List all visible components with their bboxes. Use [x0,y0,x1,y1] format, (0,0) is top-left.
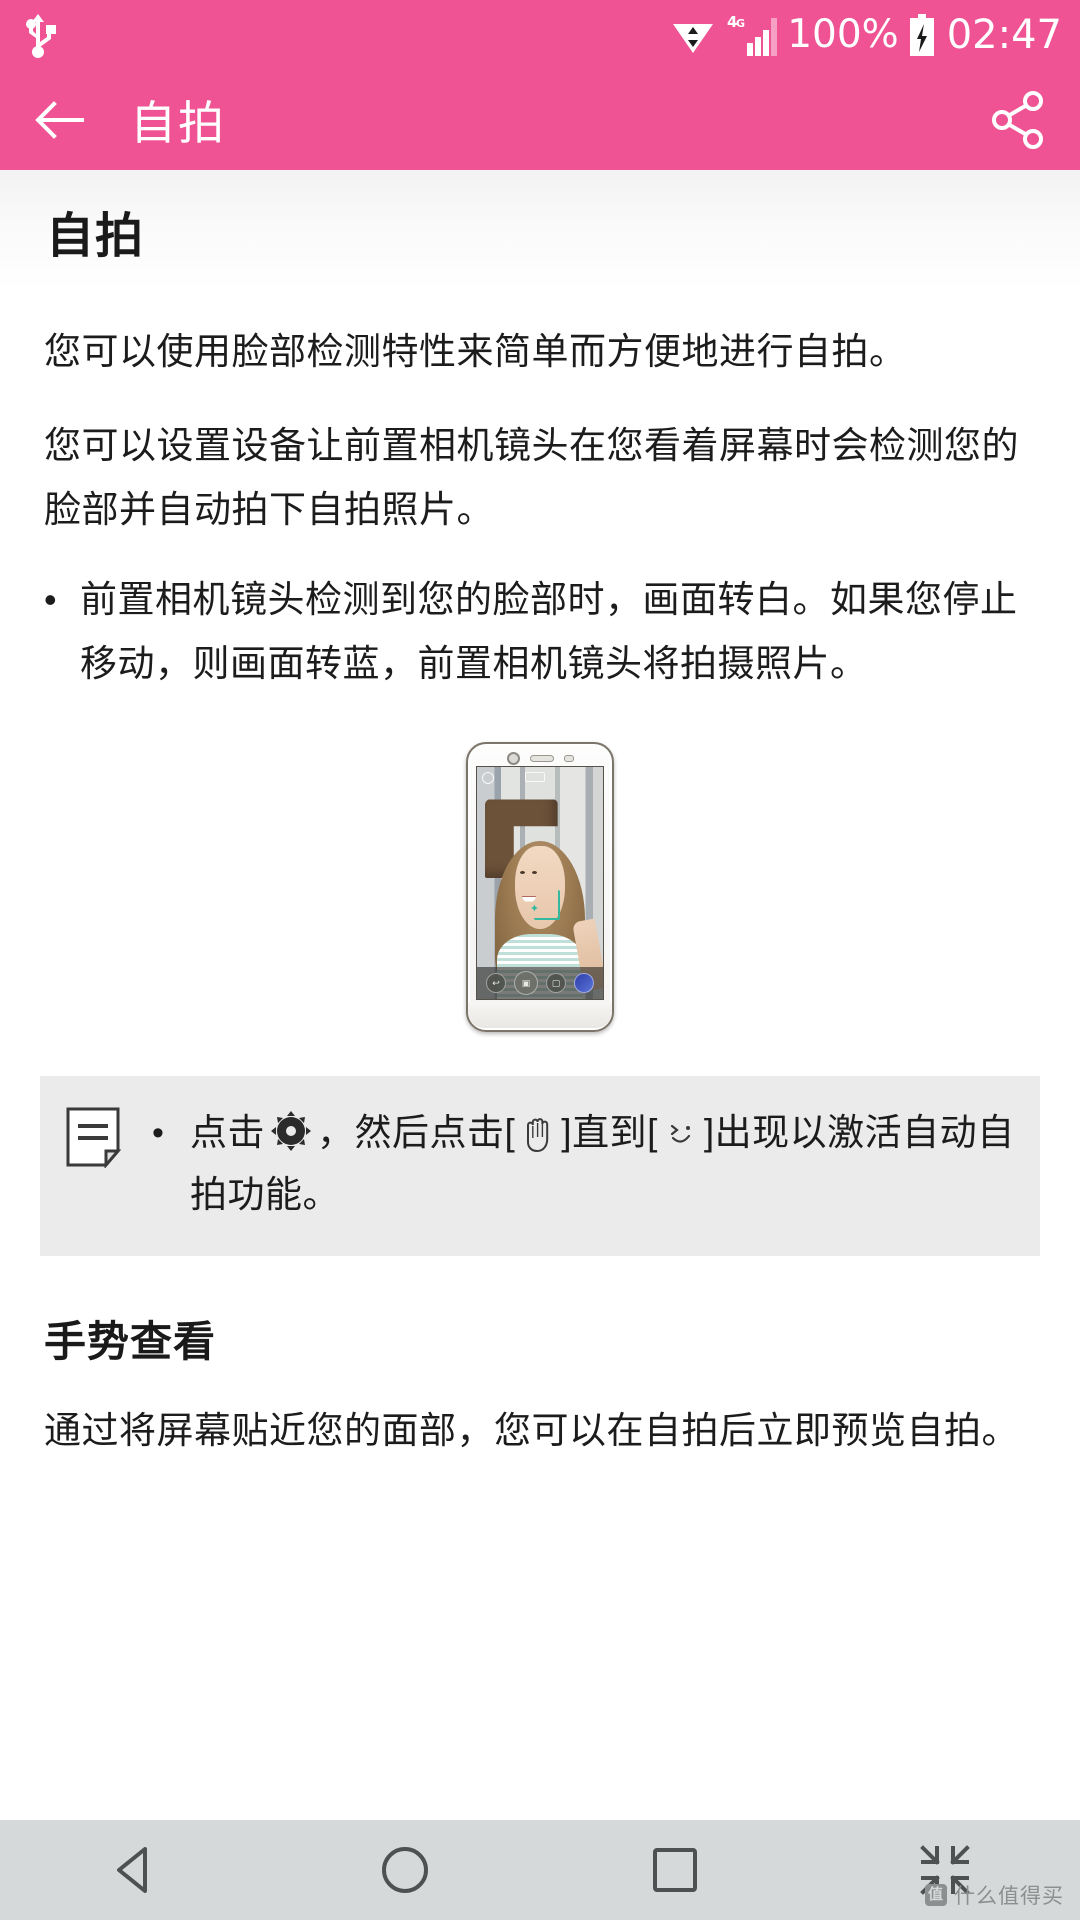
front-camera-icon [506,752,520,765]
home-button[interactable] [345,1820,465,1920]
wifi-icon [673,24,714,53]
selfie-camera-phone-illustration: ✦ ↩ ▣ ▢ [466,742,614,1032]
app-bar: 自拍 [0,70,1080,170]
bullet-text: 前置相机镜头检测到您的脸部时，画面转白。如果您停止移动，则画面转蓝，前置相机镜头… [80,579,1018,684]
navigation-bar: 值 什么值得买 [0,1820,1080,1920]
section-heading: 自拍 [46,210,145,263]
watermark-badge: 值 [925,1884,947,1906]
status-bar-left [18,12,58,58]
watermark-label: 什么值得买 [954,1885,1064,1908]
note-part-3: 直到 [572,1112,648,1153]
mode-chip [525,772,545,782]
bullet-marker: • [44,579,57,620]
content-scroll-area[interactable]: 自拍 您可以使用脸部检测特性来简单而方便地进行自拍。 您可以设置设备让前置相机镜… [0,170,1080,1920]
usb-icon [26,14,56,58]
bullet-list: • 前置相机镜头检测到您的脸部时，画面转白。如果您停止移动，则画面转蓝，前置相机… [0,568,1080,696]
bracket-close-1: ] [561,1112,573,1153]
page-title: 自拍 [130,97,226,149]
note-box: • 点击 ，然后点击[]直到[]出现以激活自动自拍功能。 [40,1076,1040,1256]
phone-earpiece-row [468,752,612,765]
signal-bars-icon: 4 G [727,13,778,56]
face-focus-frame [533,890,560,921]
bracket-open-1: [ [504,1112,516,1153]
paragraph-1: 您可以使用脸部检测特性来简单而方便地进行自拍。 [44,331,907,372]
svg-text:G: G [736,17,745,30]
hand-icon [527,1118,549,1153]
paragraph-3: 通过将屏幕贴近您的面部，您可以在自拍后立即预览自拍。 [44,1410,1019,1451]
bracket-close-2: ] [703,1112,715,1153]
battery-charging-icon [909,14,934,56]
scene-eye-left [519,870,525,874]
share-icon[interactable] [990,91,1046,149]
section-heading-2: 手势查看 [44,1318,217,1365]
back-button[interactable] [75,1820,195,1920]
phone-screen: ✦ ↩ ▣ ▢ [476,766,604,1000]
watermark: 值 什么值得买 [925,1880,1064,1910]
triangle-back-icon [117,1847,147,1893]
square-recents-icon [653,1848,697,1892]
clock: 02:47 [946,12,1062,58]
paragraph-2: 您可以设置设备让前置相机镜头在您看着屏幕时会检测您的脸部并自动拍下自拍照片。 [44,425,1019,530]
note-list-item: • 点击 ，然后点击[]直到[]出现以激活自动自拍功能。 [152,1102,1016,1226]
earpiece-speaker [529,755,554,762]
circle-home-icon [382,1847,428,1893]
camera-back-button: ↩ [486,973,506,993]
note-icon [66,1107,122,1168]
recents-button[interactable] [615,1820,735,1920]
note-body: • 点击 ，然后点击[]直到[]出现以激活自动自拍功能。 [152,1102,1016,1226]
note-part-1: 点击 [190,1112,265,1153]
shutter-button: ▣ [514,971,538,995]
list-item: • 前置相机镜头检测到您的脸部时，画面转白。如果您停止移动，则画面转蓝，前置相机… [44,568,1036,696]
bracket-open-2: [ [647,1112,658,1153]
camera-toolbar: ↩ ▣ ▢ [477,967,603,999]
phone-illustration-wrapper: ✦ ↩ ▣ ▢ [0,742,1080,1032]
phone-chin [468,1002,612,1028]
section-heading-band: 自拍 [0,170,1080,290]
status-bar: 4 G 100% 02:47 [0,0,1080,70]
note-text: 点击 ，然后点击[]直到[]出现以激活自动自拍功能。 [190,1102,1016,1226]
mode-button: ▢ [546,973,566,993]
battery-percent: 100% [787,12,899,57]
gallery-thumbnail [574,973,594,993]
back-arrow-icon[interactable] [34,100,86,140]
wink-face-icon [670,1124,690,1143]
note-part-2: ，然后点击 [317,1112,505,1153]
proximity-sensor [563,755,574,762]
settings-gear-icon [482,772,494,784]
status-bar-right: 4 G 100% 02:47 [671,13,1062,57]
note-bullet-marker: • [152,1114,164,1152]
gear-icon [271,1111,311,1151]
